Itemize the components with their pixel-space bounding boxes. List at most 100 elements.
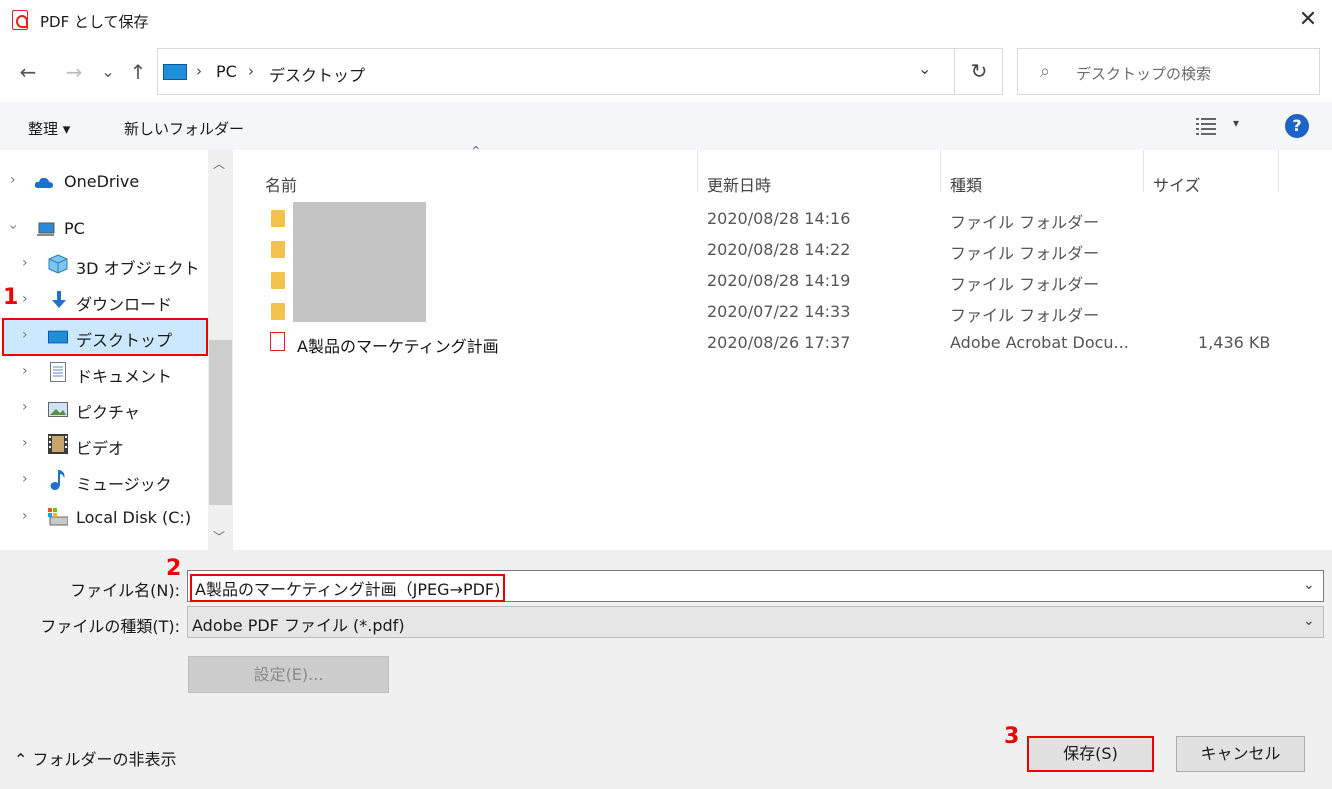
step-annotation-1: 1: [3, 285, 19, 310]
filename-label: ファイル名(N):: [70, 581, 180, 600]
sidebar-item-3d-objects[interactable]: › 3D オブジェクト: [0, 248, 208, 282]
column-header-type[interactable]: 種類: [950, 172, 982, 196]
expand-chevron-icon[interactable]: ›: [22, 399, 28, 415]
file-type: ファイル フォルダー: [950, 306, 1100, 325]
filetype-value: Adobe PDF ファイル (*.pdf): [192, 616, 405, 635]
download-icon: [52, 291, 66, 308]
expand-chevron-icon[interactable]: ›: [22, 255, 28, 271]
up-arrow-icon[interactable]: ↑: [124, 58, 152, 86]
sidebar-item-label: ドキュメント: [76, 367, 173, 386]
expand-chevron-icon[interactable]: ›: [22, 291, 28, 307]
close-icon[interactable]: ✕: [1296, 8, 1320, 32]
file-type: ファイル フォルダー: [950, 213, 1100, 232]
sidebar-item-label: OneDrive: [64, 172, 140, 191]
column-header-name[interactable]: 名前: [265, 172, 297, 196]
back-arrow-icon[interactable]: ←: [14, 58, 42, 86]
refresh-icon[interactable]: ↻: [954, 49, 1003, 94]
expand-chevron-icon[interactable]: ›: [22, 435, 28, 451]
folder-icon: [271, 272, 285, 289]
expand-chevron-icon[interactable]: ›: [22, 508, 28, 524]
filetype-select[interactable]: Adobe PDF ファイル (*.pdf) ⌄: [187, 606, 1324, 638]
scroll-down-icon[interactable]: ﹀: [213, 528, 225, 545]
search-box[interactable]: ⌕ デスクトップの検索: [1017, 48, 1320, 95]
column-divider[interactable]: [1143, 150, 1144, 192]
column-divider[interactable]: [697, 150, 698, 192]
file-date: 2020/08/26 17:37: [707, 333, 851, 352]
sidebar-item-label: 3D オブジェクト: [76, 259, 200, 278]
chevron-down-icon[interactable]: ⌄: [1303, 577, 1315, 593]
organize-menu-button[interactable]: 整理 ▾: [28, 118, 70, 139]
pc-icon: [37, 222, 55, 236]
file-date: 2020/08/28 14:22: [707, 240, 851, 259]
column-header-size[interactable]: サイズ: [1153, 172, 1201, 196]
sidebar-item-local-disk[interactable]: › Local Disk (C:): [0, 501, 208, 535]
sidebar-item-desktop[interactable]: › デスクトップ: [2, 318, 208, 356]
hide-folders-toggle[interactable]: ⌃ フォルダーの非表示: [14, 746, 177, 770]
pdf-app-icon: [12, 10, 28, 30]
scrollbar-thumb[interactable]: [209, 340, 232, 505]
save-button[interactable]: 保存(S): [1027, 736, 1154, 772]
pc-icon: [163, 64, 187, 80]
sidebar-item-label: Local Disk (C:): [76, 508, 192, 527]
sidebar-item-label: ビデオ: [76, 439, 125, 458]
file-type: Adobe Acrobat Docu...: [950, 333, 1129, 352]
address-dropdown-icon[interactable]: ⌄: [918, 59, 931, 78]
breadcrumb-desktop[interactable]: デスクトップ: [269, 62, 365, 86]
music-note-icon: [50, 470, 65, 490]
column-header-date[interactable]: 更新日時: [707, 172, 771, 196]
column-divider[interactable]: [940, 150, 941, 192]
sidebar-item-music[interactable]: › ミュージック: [0, 464, 208, 498]
expand-chevron-icon[interactable]: ›: [22, 327, 28, 343]
file-date: 2020/07/22 14:33: [707, 302, 851, 321]
help-icon[interactable]: ?: [1285, 114, 1309, 138]
settings-button[interactable]: 設定(E)...: [188, 656, 389, 693]
folder-icon: [271, 241, 285, 258]
desktop-icon: [48, 330, 68, 344]
sidebar-item-label: ミュージック: [76, 475, 172, 494]
file-date: 2020/08/28 14:19: [707, 271, 851, 290]
recent-locations-chevron-icon[interactable]: ⌄: [94, 58, 122, 86]
cancel-button[interactable]: キャンセル: [1176, 736, 1305, 772]
step-annotation-3: 3: [1004, 724, 1020, 749]
scroll-up-icon[interactable]: ︿: [213, 155, 225, 172]
search-placeholder: デスクトップの検索: [1076, 65, 1212, 83]
sidebar-item-label: デスクトップ: [76, 331, 173, 350]
sidebar-item-pictures[interactable]: › ピクチャ: [0, 392, 208, 426]
folder-icon: [271, 210, 285, 227]
forward-arrow-icon[interactable]: →: [60, 58, 88, 86]
table-row[interactable]: A製品のマーケティング計画 2020/08/26 17:37 Adobe Acr…: [233, 327, 1332, 358]
search-icon: ⌕: [1040, 61, 1051, 82]
breadcrumb-pc[interactable]: PC: [216, 62, 237, 81]
pdf-file-icon: [270, 332, 285, 351]
cloud-icon: [34, 177, 53, 188]
view-options-icon[interactable]: [1196, 116, 1218, 136]
filename-value: A製品のマーケティング計画（JPEG→PDF): [189, 574, 506, 602]
3d-objects-icon: [48, 254, 68, 274]
title-bar: PDF として保存 ✕: [0, 0, 1332, 42]
toolbar: 整理 ▾ 新しいフォルダー ▾: [0, 102, 1332, 150]
disk-icon: [48, 508, 68, 526]
expand-chevron-icon[interactable]: ›: [22, 471, 28, 487]
redacted-folder-names: [293, 202, 426, 322]
sidebar-item-pc[interactable]: › PC: [0, 212, 208, 246]
new-folder-button[interactable]: 新しいフォルダー: [124, 118, 244, 139]
sidebar-item-downloads[interactable]: › ダウンロード: [0, 284, 208, 318]
sidebar-item-onedrive[interactable]: › OneDrive: [0, 165, 208, 199]
file-date: 2020/08/28 14:16: [707, 209, 851, 228]
sidebar-item-documents[interactable]: › ドキュメント: [0, 356, 208, 390]
filename-input[interactable]: A製品のマーケティング計画（JPEG→PDF) ⌄: [187, 570, 1324, 602]
expand-chevron-icon[interactable]: ›: [10, 172, 16, 188]
sidebar-item-label: ダウンロード: [76, 295, 173, 314]
sidebar-item-label: ピクチャ: [76, 403, 140, 422]
address-bar[interactable]: › PC › デスクトップ ⌄ ↻: [157, 48, 1003, 95]
file-type: ファイル フォルダー: [950, 244, 1100, 263]
video-icon: [48, 434, 68, 454]
window-title: PDF として保存: [40, 13, 149, 31]
sidebar-item-videos[interactable]: › ビデオ: [0, 428, 208, 462]
collapse-chevron-icon[interactable]: ›: [5, 224, 21, 230]
file-type: ファイル フォルダー: [950, 275, 1100, 294]
expand-chevron-icon[interactable]: ›: [22, 363, 28, 379]
chevron-down-icon[interactable]: ⌄: [1303, 613, 1315, 629]
column-divider[interactable]: [1278, 150, 1279, 192]
view-dropdown-icon[interactable]: ▾: [1233, 116, 1239, 130]
